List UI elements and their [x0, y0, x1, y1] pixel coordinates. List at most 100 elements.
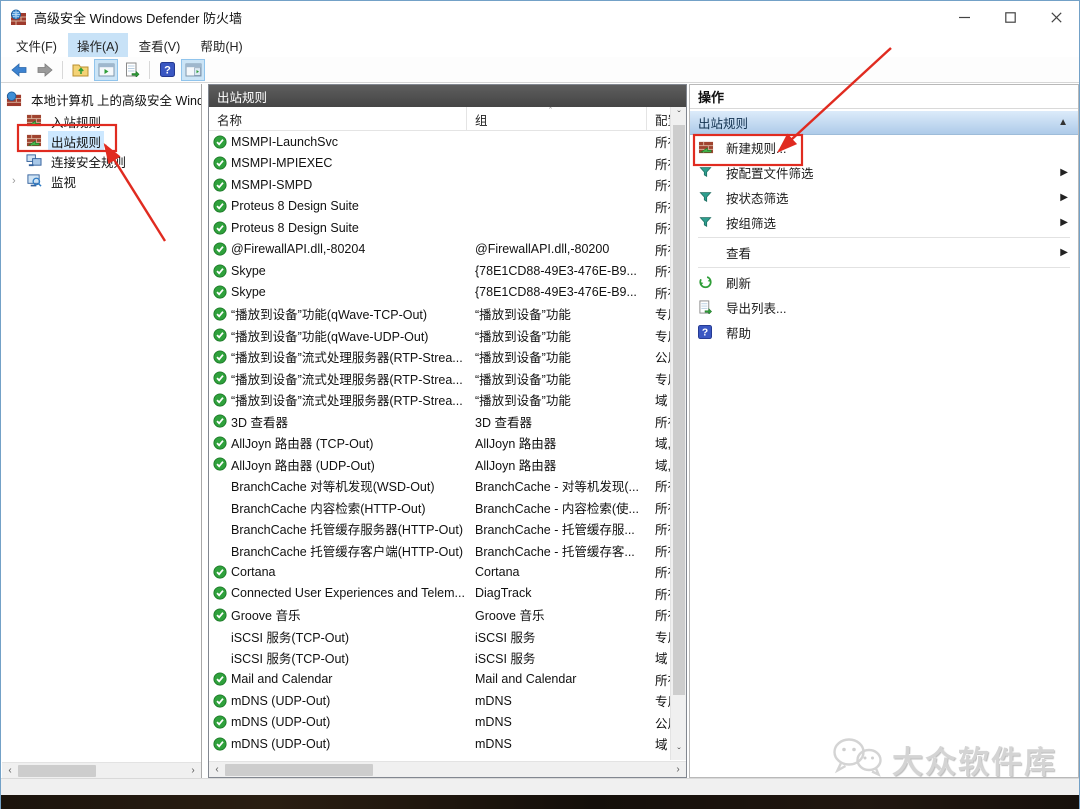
rule-row[interactable]: Skype{78E1CD88-49E3-476E-B9...所有 — [209, 260, 670, 282]
rule-row[interactable]: 3D 查看器3D 查看器所有 — [209, 411, 670, 433]
minimize-button[interactable] — [941, 1, 987, 33]
action-item[interactable]: ?帮助 — [690, 320, 1078, 345]
rule-row[interactable]: CortanaCortana所有 — [209, 561, 670, 583]
rule-enabled-icon — [209, 350, 231, 364]
rule-row[interactable]: Connected User Experiences and Telem...D… — [209, 583, 670, 605]
rule-name: BranchCache 托管缓存客户端(HTTP-Out) — [231, 541, 467, 560]
rule-row[interactable]: BranchCache 托管缓存服务器(HTTP-Out)BranchCache… — [209, 518, 670, 540]
folder-up-icon[interactable] — [68, 59, 92, 81]
close-button[interactable] — [1033, 1, 1079, 33]
rule-row[interactable]: MSMPI-SMPD所有 — [209, 174, 670, 196]
rule-row[interactable]: MSMPI-LaunchSvc所有 — [209, 131, 670, 153]
action-item[interactable]: 新建规则... — [690, 135, 1078, 160]
rule-row[interactable]: “播放到设备”流式处理服务器(RTP-Strea...“播放到设备”功能域 — [209, 389, 670, 411]
tree-item[interactable]: 出站规则 — [2, 131, 201, 151]
expand-chevron-icon[interactable]: › — [12, 175, 24, 187]
rule-row[interactable]: mDNS (UDP-Out)mDNS专用 — [209, 690, 670, 712]
tree-item[interactable]: 连接安全规则 — [2, 151, 201, 171]
rule-row[interactable]: AllJoyn 路由器 (UDP-Out)AllJoyn 路由器域, — [209, 454, 670, 476]
action-item[interactable]: 刷新 — [690, 270, 1078, 295]
rule-row[interactable]: BranchCache 内容检索(HTTP-Out)BranchCache - … — [209, 497, 670, 519]
list-vertical-scrollbar[interactable]: ˇ ˇ — [670, 107, 686, 760]
scrollbar-thumb[interactable] — [18, 765, 96, 777]
action-item[interactable]: 按状态筛选▶ — [690, 185, 1078, 210]
scroll-left-icon[interactable]: ‹ — [2, 763, 18, 779]
actions-list: 新建规则...按配置文件筛选▶按状态筛选▶按组筛选▶ 查看▶ 刷新导出列表... ?帮… — [690, 135, 1078, 345]
rule-row[interactable]: @FirewallAPI.dll,-80204@FirewallAPI.dll,… — [209, 239, 670, 261]
tree-root-node[interactable]: 本地计算机 上的高级安全 Wind — [6, 89, 201, 109]
show-action-pane-icon[interactable] — [181, 59, 205, 81]
scroll-up-icon[interactable]: ˇ — [671, 107, 687, 123]
action-item[interactable]: 按配置文件筛选▶ — [690, 160, 1078, 185]
collapse-section-icon[interactable]: ▲ — [1058, 117, 1068, 128]
rule-row[interactable]: MSMPI-MPIEXEC所有 — [209, 153, 670, 175]
column-headers: 名称 组 ˆ 配置 — [209, 107, 670, 131]
tree-horizontal-scrollbar[interactable]: ‹ › — [2, 762, 201, 778]
console-window-icon[interactable] — [94, 59, 118, 81]
column-header-profile[interactable]: 配置 — [647, 107, 671, 131]
rule-group: BranchCache - 对等机发现(... — [467, 476, 647, 495]
scrollbar-thumb[interactable] — [673, 125, 685, 695]
rule-row[interactable]: Proteus 8 Design Suite所有 — [209, 196, 670, 218]
rule-row[interactable]: “播放到设备”流式处理服务器(RTP-Strea...“播放到设备”功能公用 — [209, 346, 670, 368]
actions-section-header[interactable]: 出站规则 ▲ — [690, 111, 1078, 135]
actions-section-label: 出站规则 — [698, 113, 748, 132]
menu-item[interactable]: 查看(V) — [130, 33, 190, 58]
action-item[interactable]: 按组筛选▶ — [690, 210, 1078, 235]
menu-item[interactable]: 文件(F) — [7, 33, 66, 58]
action-item-label: 刷新 — [726, 273, 751, 292]
rule-profile: 专用 — [647, 627, 670, 646]
rule-row[interactable]: mDNS (UDP-Out)mDNS域 — [209, 733, 670, 755]
rule-row[interactable]: “播放到设备”流式处理服务器(RTP-Strea...“播放到设备”功能专用 — [209, 368, 670, 390]
list-horizontal-scrollbar[interactable]: ‹ › — [209, 761, 686, 777]
rule-row[interactable]: iSCSI 服务(TCP-Out)iSCSI 服务专用 — [209, 626, 670, 648]
forward-icon[interactable] — [33, 59, 57, 81]
scroll-down-icon[interactable]: ˇ — [671, 744, 687, 760]
rule-row[interactable]: “播放到设备”功能(qWave-TCP-Out)“播放到设备”功能专用 — [209, 303, 670, 325]
rule-row[interactable]: “播放到设备”功能(qWave-UDP-Out)“播放到设备”功能专用 — [209, 325, 670, 347]
action-item-label: 导出列表... — [726, 298, 786, 317]
rule-group: Groove 音乐 — [467, 605, 647, 624]
rule-enabled-icon — [209, 393, 231, 407]
rule-group: AllJoyn 路由器 — [467, 455, 647, 474]
rule-profile: 所有 — [647, 541, 670, 560]
scroll-right-icon[interactable]: › — [185, 763, 201, 779]
maximize-button[interactable] — [987, 1, 1033, 33]
rule-name: “播放到设备”功能(qWave-UDP-Out) — [231, 326, 467, 345]
action-item-label: 按组筛选 — [726, 213, 776, 232]
rule-row[interactable]: Groove 音乐Groove 音乐所有 — [209, 604, 670, 626]
export-list-icon[interactable] — [120, 59, 144, 81]
scrollbar-thumb[interactable] — [225, 764, 373, 776]
action-item[interactable]: 导出列表... — [690, 295, 1078, 320]
rule-profile: 域 — [647, 734, 670, 753]
toolbar: ? — [1, 57, 1079, 83]
tree-item[interactable]: 入站规则 — [2, 111, 201, 131]
rule-row[interactable]: BranchCache 对等机发现(WSD-Out)BranchCache - … — [209, 475, 670, 497]
rule-group: iSCSI 服务 — [467, 627, 647, 646]
rule-row[interactable]: Proteus 8 Design Suite所有 — [209, 217, 670, 239]
rule-profile: 专用 — [647, 691, 670, 710]
bottom-dark-strip — [1, 795, 1079, 809]
filter-icon — [698, 165, 716, 181]
rule-group: @FirewallAPI.dll,-80200 — [467, 242, 647, 256]
help-icon[interactable]: ? — [155, 59, 179, 81]
scroll-left-icon[interactable]: ‹ — [209, 762, 225, 778]
rule-row[interactable]: iSCSI 服务(TCP-Out)iSCSI 服务域 — [209, 647, 670, 669]
rule-row[interactable]: AllJoyn 路由器 (TCP-Out)AllJoyn 路由器域, — [209, 432, 670, 454]
rule-row[interactable]: mDNS (UDP-Out)mDNS公用 — [209, 712, 670, 734]
menu-item[interactable]: 操作(A) — [68, 33, 128, 58]
rule-row[interactable]: BranchCache 托管缓存客户端(HTTP-Out)BranchCache… — [209, 540, 670, 562]
tree-item[interactable]: ›监视 — [2, 171, 201, 191]
menu-item[interactable]: 帮助(H) — [191, 33, 251, 58]
rule-name: @FirewallAPI.dll,-80204 — [231, 242, 467, 256]
column-header-name[interactable]: 名称 — [209, 107, 467, 131]
action-item[interactable]: 查看▶ — [690, 240, 1078, 265]
rule-enabled-icon — [209, 178, 231, 192]
filter-icon — [698, 215, 716, 231]
scroll-right-icon[interactable]: › — [670, 762, 686, 778]
back-icon[interactable] — [7, 59, 31, 81]
rule-row[interactable]: Mail and CalendarMail and Calendar所有 — [209, 669, 670, 691]
tree-root-label: 本地计算机 上的高级安全 Wind — [28, 89, 201, 109]
column-header-group[interactable]: 组 — [467, 107, 647, 131]
rule-row[interactable]: Skype{78E1CD88-49E3-476E-B9...所有 — [209, 282, 670, 304]
